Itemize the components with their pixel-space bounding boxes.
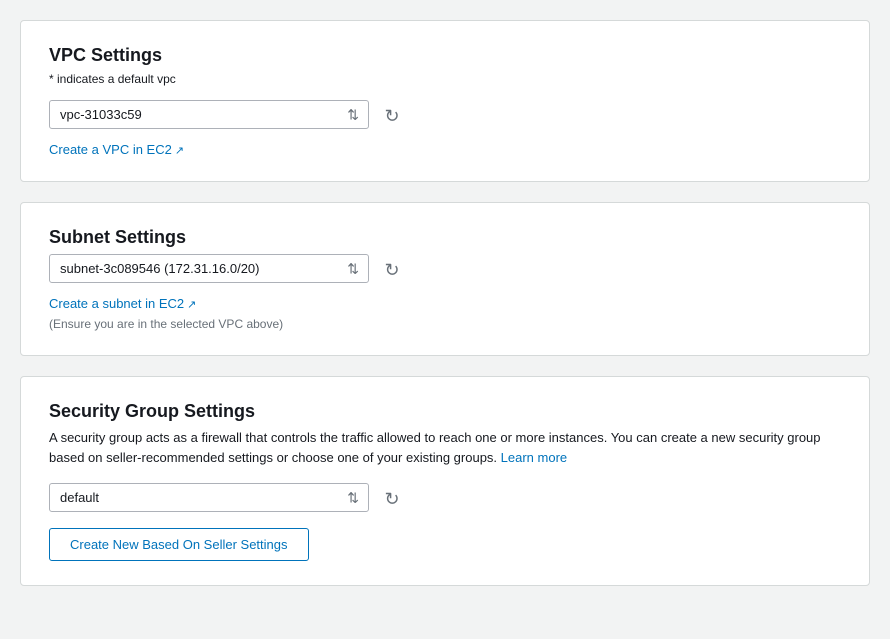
security-group-learn-more-link[interactable]: Learn more [501, 450, 567, 465]
vpc-select-wrapper: vpc-31033c59 ⇅ [49, 100, 369, 129]
security-group-settings-section: Security Group Settings A security group… [20, 376, 870, 586]
subnet-refresh-button[interactable]: ↻ [379, 256, 405, 282]
security-group-refresh-button[interactable]: ↻ [379, 485, 405, 511]
vpc-refresh-button[interactable]: ↻ [379, 102, 405, 128]
subnet-select[interactable]: subnet-3c089546 (172.31.16.0/20) [49, 254, 369, 283]
security-group-select-wrapper: default ⇅ [49, 483, 369, 512]
subnet-select-wrapper: subnet-3c089546 (172.31.16.0/20) ⇅ [49, 254, 369, 283]
security-group-refresh-icon: ↻ [383, 489, 401, 507]
subnet-settings-section: Subnet Settings subnet-3c089546 (172.31.… [20, 202, 870, 356]
subnet-external-icon: ↗ [187, 299, 196, 311]
create-new-based-on-seller-settings-button[interactable]: Create New Based On Seller Settings [49, 528, 309, 561]
vpc-external-icon: ↗ [175, 145, 184, 157]
security-group-control-row: default ⇅ ↻ [49, 483, 841, 512]
vpc-create-link-wrapper: Create a VPC in EC2↗ [49, 141, 841, 157]
vpc-control-row: vpc-31033c59 ⇅ ↻ [49, 100, 841, 129]
vpc-section-note: * indicates a default vpc [49, 72, 841, 86]
subnet-refresh-icon: ↻ [383, 260, 401, 278]
security-group-description: A security group acts as a firewall that… [49, 428, 841, 467]
security-group-section-title: Security Group Settings [49, 401, 841, 422]
security-group-select[interactable]: default [49, 483, 369, 512]
subnet-section-title: Subnet Settings [49, 227, 841, 248]
vpc-section-title: VPC Settings [49, 45, 841, 66]
subnet-control-row: subnet-3c089546 (172.31.16.0/20) ⇅ ↻ [49, 254, 841, 283]
vpc-select[interactable]: vpc-31033c59 [49, 100, 369, 129]
subnet-create-link-wrapper: Create a subnet in EC2↗ [49, 295, 841, 311]
vpc-settings-section: VPC Settings * indicates a default vpc v… [20, 20, 870, 182]
subnet-vpc-note: (Ensure you are in the selected VPC abov… [49, 317, 841, 331]
vpc-create-link[interactable]: Create a VPC in EC2↗ [49, 142, 184, 157]
subnet-create-link[interactable]: Create a subnet in EC2↗ [49, 296, 196, 311]
vpc-refresh-icon: ↻ [383, 106, 401, 124]
